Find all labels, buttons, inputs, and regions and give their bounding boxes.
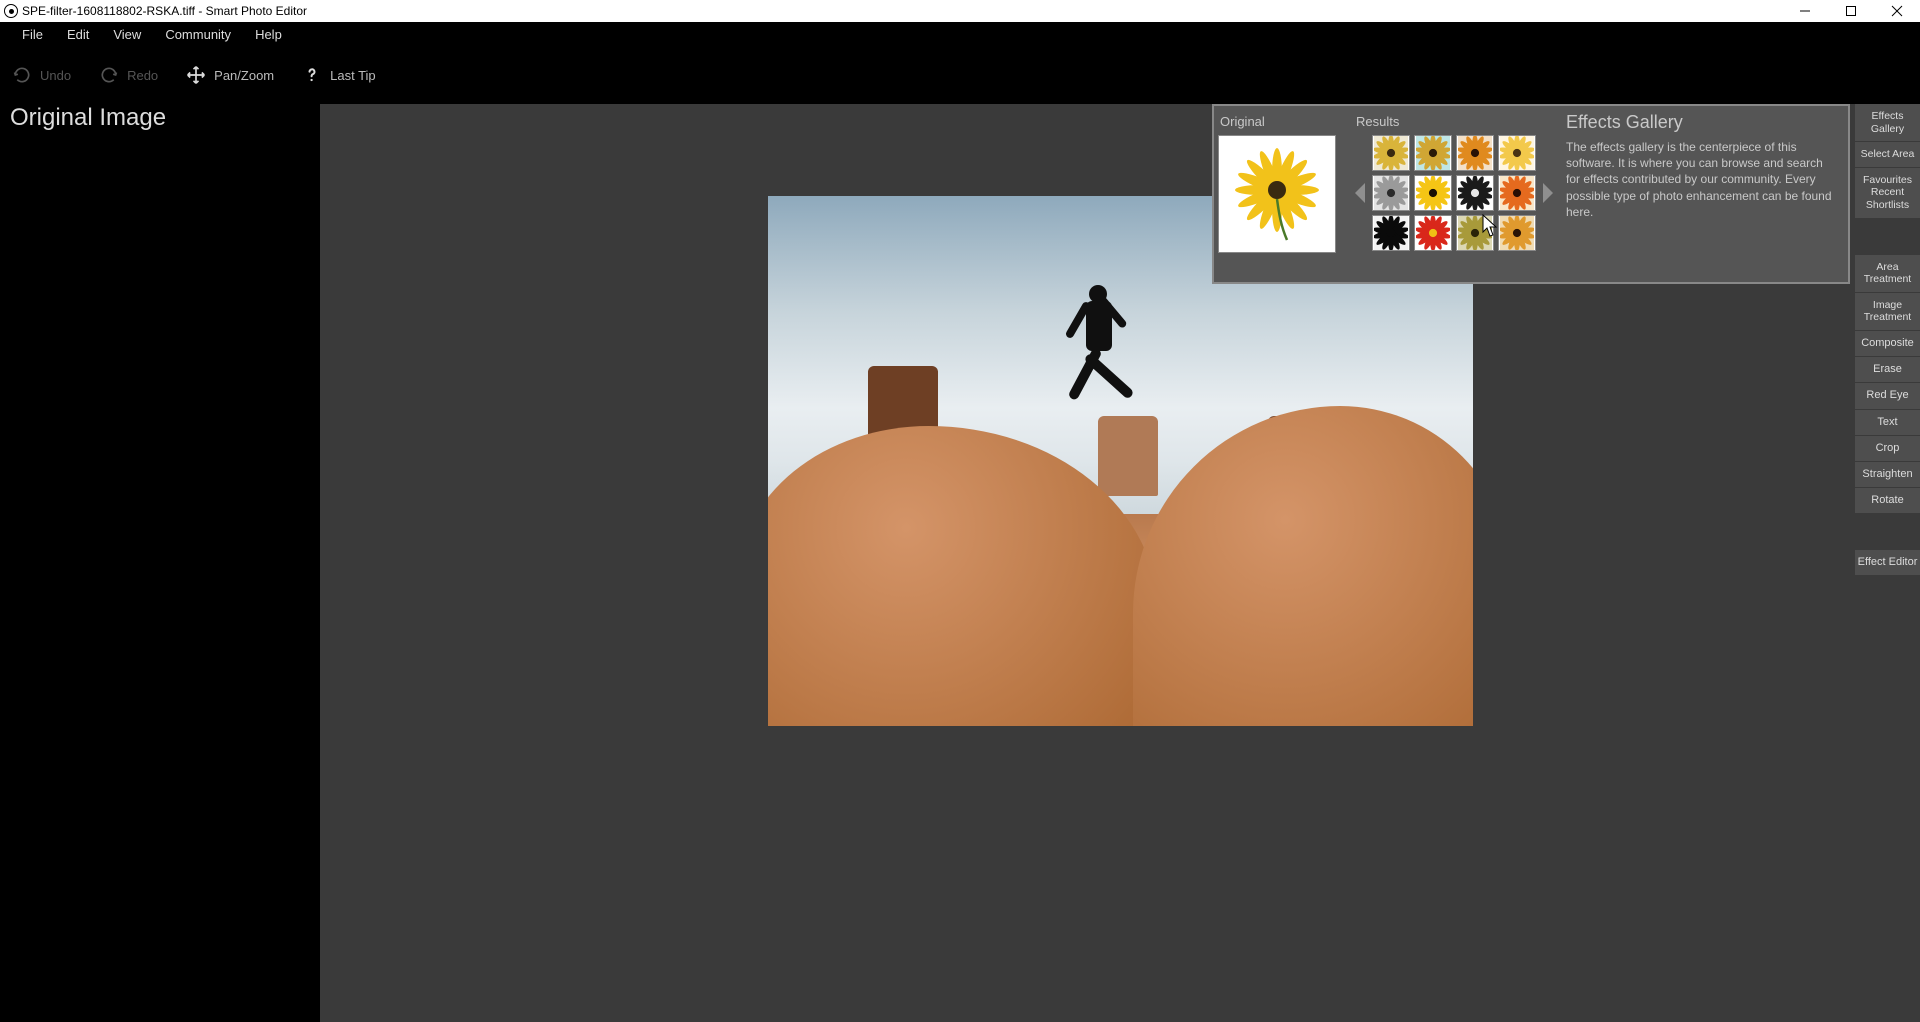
tab-composite[interactable]: Composite — [1855, 331, 1920, 357]
lasttip-label: Last Tip — [330, 68, 376, 83]
titlebar: SPE-filter-1608118802-RSKA.tiff - Smart … — [0, 0, 1920, 22]
result-thumb-black-white[interactable] — [1372, 175, 1410, 211]
tab-rotate[interactable]: Rotate — [1855, 488, 1920, 514]
image-content — [1028, 266, 1208, 476]
results-next-arrow[interactable] — [1540, 183, 1554, 203]
result-thumb-vintage-yellow[interactable] — [1372, 135, 1410, 171]
tab-favourites[interactable]: Favourites Recent Shortlists — [1855, 168, 1920, 219]
menu-help[interactable]: Help — [245, 25, 292, 44]
results-grid — [1372, 135, 1536, 251]
result-thumb-orange-tint[interactable] — [1498, 215, 1536, 251]
menu-edit[interactable]: Edit — [57, 25, 99, 44]
tab-straighten[interactable]: Straighten — [1855, 462, 1920, 488]
lasttip-button[interactable]: Last Tip — [302, 65, 376, 85]
result-thumb-warm-orange[interactable] — [1456, 135, 1494, 171]
toolbar: Undo Redo Pan/Zoom Last Tip — [0, 46, 1920, 104]
menu-file[interactable]: File — [12, 25, 53, 44]
menu-community[interactable]: Community — [155, 25, 241, 44]
window-controls — [1782, 0, 1920, 22]
tab-select-area[interactable]: Select Area — [1855, 142, 1920, 168]
gallery-original-thumb — [1218, 135, 1336, 253]
result-thumb-saturated-yellow[interactable] — [1414, 175, 1452, 211]
app-icon — [4, 4, 18, 18]
undo-button[interactable]: Undo — [12, 65, 71, 85]
redo-icon — [99, 65, 119, 85]
titlebar-text: SPE-filter-1608118802-RSKA.tiff - Smart … — [22, 4, 307, 18]
tab-effect-editor[interactable]: Effect Editor — [1855, 550, 1920, 576]
result-thumb-red-orange[interactable] — [1498, 175, 1536, 211]
tab-effects-gallery[interactable]: Effects Gallery — [1855, 104, 1920, 142]
result-thumb-solid-black[interactable] — [1372, 215, 1410, 251]
gallery-original-label: Original — [1220, 114, 1346, 129]
effects-gallery-popup: Original Results — [1212, 104, 1850, 284]
gallery-title: Effects Gallery — [1566, 112, 1838, 133]
tab-red-eye[interactable]: Red Eye — [1855, 383, 1920, 409]
maximize-button[interactable] — [1828, 0, 1874, 22]
close-button[interactable] — [1874, 0, 1920, 22]
result-thumb-soft-glow[interactable] — [1498, 135, 1536, 171]
redo-button[interactable]: Redo — [99, 65, 158, 85]
minimize-button[interactable] — [1782, 0, 1828, 22]
undo-icon — [12, 65, 32, 85]
panzoom-label: Pan/Zoom — [214, 68, 274, 83]
tab-text[interactable]: Text — [1855, 410, 1920, 436]
right-panel: Effects Gallery Select Area Favourites R… — [1855, 104, 1920, 1022]
main-area: Original Image — [0, 104, 1920, 1022]
panel-spacer — [1855, 514, 1920, 550]
panzoom-button[interactable]: Pan/Zoom — [186, 65, 274, 85]
menu-view[interactable]: View — [103, 25, 151, 44]
question-icon — [302, 65, 322, 85]
result-thumb-olive-tint[interactable] — [1456, 215, 1494, 251]
panel-spacer — [1855, 219, 1920, 255]
result-thumb-inverted-dark[interactable] — [1456, 175, 1494, 211]
left-panel: Original Image — [0, 104, 320, 1022]
tab-crop[interactable]: Crop — [1855, 436, 1920, 462]
result-thumb-fire-red[interactable] — [1414, 215, 1452, 251]
undo-label: Undo — [40, 68, 71, 83]
page-title: Original Image — [10, 104, 310, 132]
gallery-description: The effects gallery is the centerpiece o… — [1566, 139, 1838, 220]
gallery-results-label: Results — [1356, 114, 1554, 129]
result-thumb-cool-teal[interactable] — [1414, 135, 1452, 171]
tab-erase[interactable]: Erase — [1855, 357, 1920, 383]
move-icon — [186, 65, 206, 85]
menubar: File Edit View Community Help — [0, 22, 1920, 46]
redo-label: Redo — [127, 68, 158, 83]
tab-area-treatment[interactable]: Area Treatment — [1855, 255, 1920, 293]
tab-image-treatment[interactable]: Image Treatment — [1855, 293, 1920, 331]
results-prev-arrow[interactable] — [1354, 183, 1368, 203]
